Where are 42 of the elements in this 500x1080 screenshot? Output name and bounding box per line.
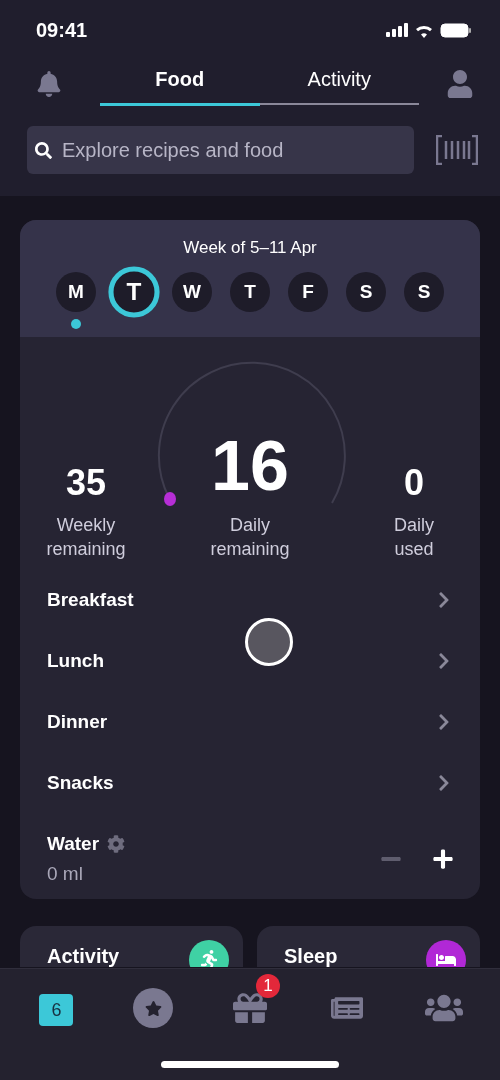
stat-label: Daily remaining (209, 514, 291, 561)
bell-icon[interactable] (36, 71, 62, 97)
stat-label: Weekly remaining (45, 514, 127, 561)
day-button[interactable]: W (172, 272, 212, 312)
tile-title: Sleep (284, 945, 338, 967)
status-time: 09:41 (36, 18, 88, 42)
day-button[interactable]: S (404, 272, 444, 312)
nav-tab[interactable]: 6 (24, 972, 89, 1032)
tile-title: Activity (47, 945, 120, 967)
day-button[interactable]: M (56, 272, 96, 312)
day-button[interactable]: F (288, 272, 328, 312)
stat-value: 35 (65, 465, 106, 501)
settings-icon[interactable] (107, 835, 126, 853)
day-button[interactable]: T (230, 272, 270, 312)
calendar-icon: 6 (39, 994, 74, 1026)
nav-tab[interactable]: 1 (218, 972, 282, 1032)
barcode-scanner-icon[interactable] (436, 135, 478, 165)
plus-icon[interactable] (432, 848, 454, 870)
stat-value: 0 (404, 465, 424, 501)
search-box[interactable]: Explore recipes and food (27, 126, 414, 174)
battery-icon (440, 22, 472, 38)
meal-name[interactable]: Snacks (47, 771, 114, 794)
signal-icon (386, 23, 408, 37)
summary-tile[interactable]: Sleep (257, 926, 480, 967)
tab[interactable]: Food (100, 62, 260, 106)
week-title: Week of 5–11 Apr (183, 238, 317, 258)
water-amount: 0 ml (47, 863, 84, 885)
day-button[interactable]: T (108, 266, 160, 318)
meal-name[interactable]: Lunch (47, 649, 104, 672)
stat-value: 16 (211, 431, 289, 501)
notification-badge: 1 (256, 974, 280, 998)
day-button[interactable]: S (346, 272, 386, 312)
water-title: Water (47, 833, 100, 855)
stat-label: Daily used (393, 514, 435, 561)
meal-name[interactable]: Dinner (47, 710, 108, 733)
search-field[interactable]: Explore recipes and food (60, 137, 406, 163)
tab[interactable]: Activity (259, 62, 419, 105)
profile-icon[interactable] (446, 70, 474, 98)
meal-name[interactable]: Breakfast (47, 588, 134, 611)
search-icon (35, 141, 52, 159)
summary-tile[interactable]: Activity (20, 926, 243, 967)
gift-icon (233, 991, 267, 1025)
